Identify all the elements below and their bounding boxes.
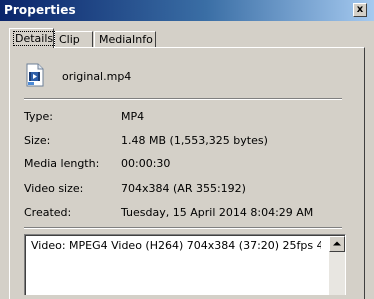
close-button[interactable]: x xyxy=(353,3,367,17)
scroll-up-button[interactable] xyxy=(329,236,345,252)
size-value: 1.48 MB (1,553,325 bytes) xyxy=(121,134,268,147)
tab-details-label: Details xyxy=(12,31,56,46)
tab-strip: Details Clip MediaInfo xyxy=(0,28,374,48)
stream-info-text: Video: MPEG4 Video (H264) 704x384 (37:20… xyxy=(31,239,321,252)
separator-bottom xyxy=(24,227,342,229)
tab-details[interactable]: Details xyxy=(9,28,56,48)
created-value: Tuesday, 15 April 2014 8:04:29 AM xyxy=(121,206,314,219)
separator-top xyxy=(24,98,342,100)
file-name: original.mp4 xyxy=(62,70,132,83)
size-label: Size: xyxy=(24,134,51,147)
tab-mediainfo[interactable]: MediaInfo xyxy=(94,31,156,47)
tab-clip-label: Clip xyxy=(59,33,80,46)
title-bar[interactable]: Properties x xyxy=(0,0,374,21)
video-size-value: 704x384 (AR 355:192) xyxy=(121,182,246,195)
type-label: Type: xyxy=(24,110,53,123)
media-length-value: 00:00:30 xyxy=(121,157,171,170)
stream-info-box[interactable]: Video: MPEG4 Video (H264) 704x384 (37:20… xyxy=(24,234,346,295)
vertical-scrollbar[interactable] xyxy=(329,236,345,295)
tab-clip[interactable]: Clip xyxy=(54,31,93,47)
video-size-label: Video size: xyxy=(24,182,84,195)
type-value: MP4 xyxy=(121,110,145,123)
media-length-label: Media length: xyxy=(24,157,100,170)
tab-mediainfo-label: MediaInfo xyxy=(99,33,153,46)
arrow-up-icon xyxy=(333,241,341,246)
video-file-icon xyxy=(25,63,45,87)
close-icon: x xyxy=(356,4,364,15)
created-label: Created: xyxy=(24,206,72,219)
window-title: Properties xyxy=(4,3,76,17)
